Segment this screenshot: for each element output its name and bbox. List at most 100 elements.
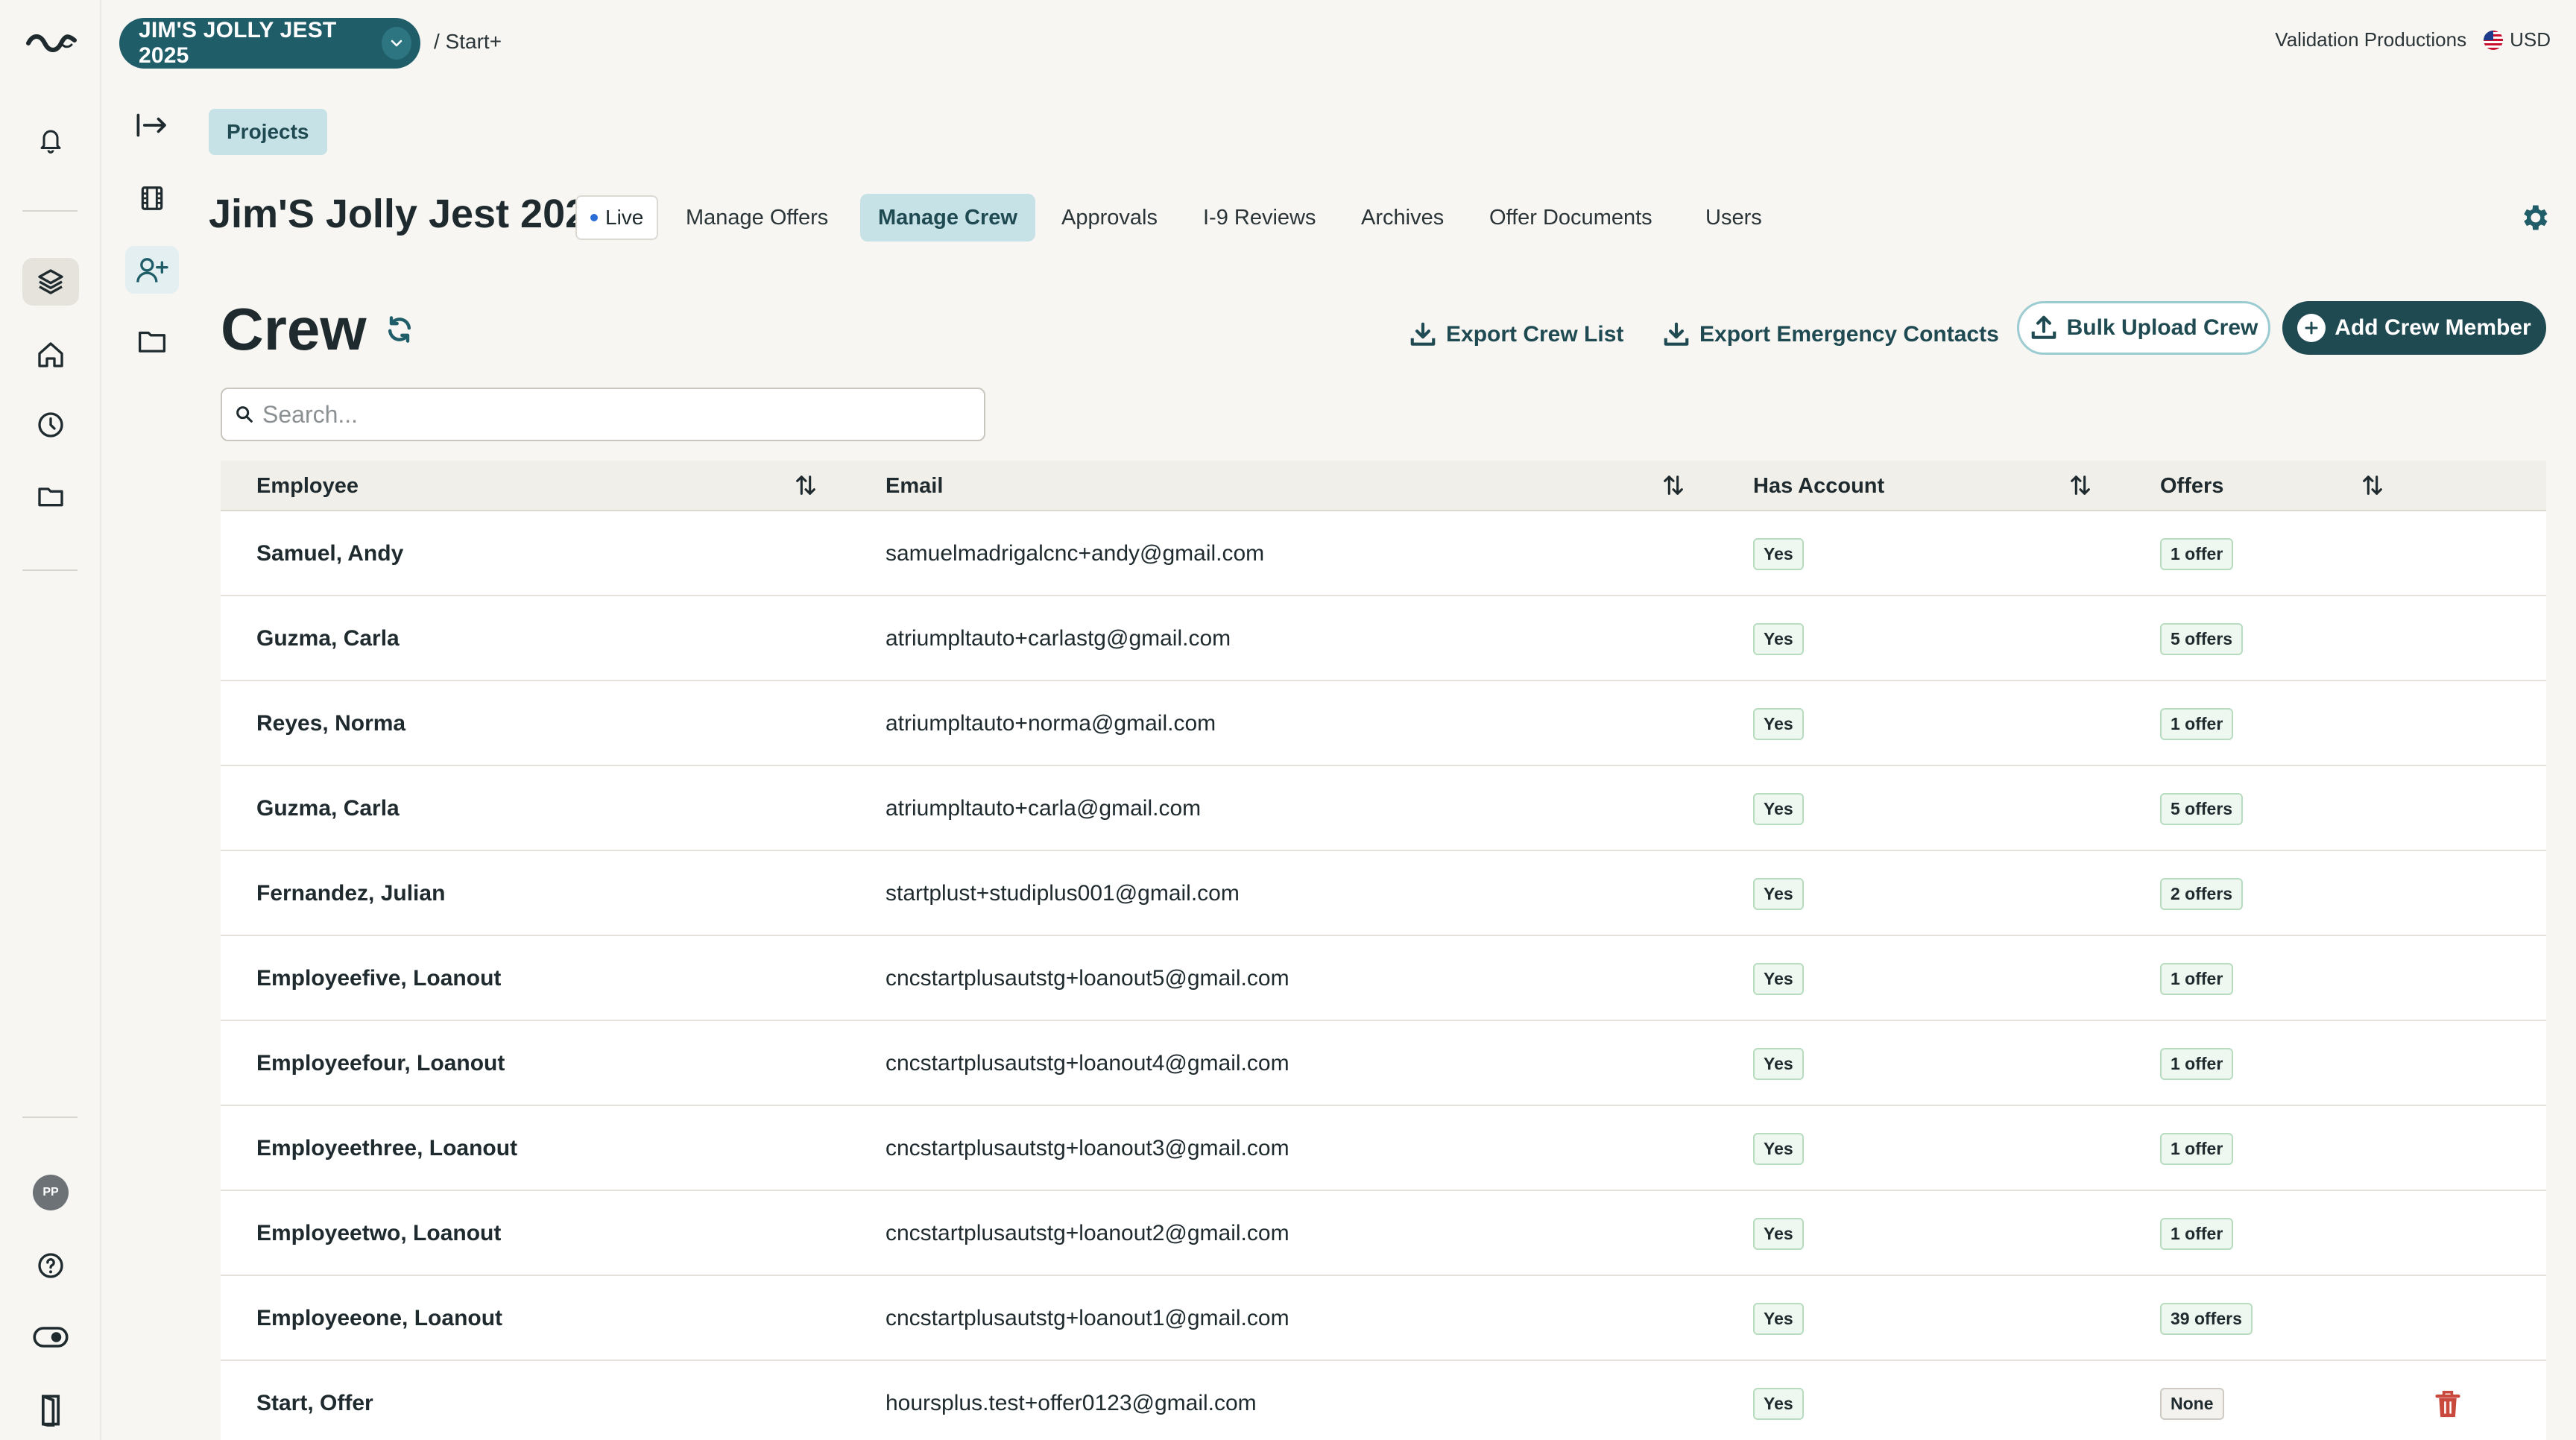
folder-nav-icon[interactable] xyxy=(125,318,179,365)
sort-icon[interactable] xyxy=(1661,473,1686,498)
tab-offer-documents[interactable]: Offer Documents xyxy=(1471,194,1670,241)
tab-i9-reviews[interactable]: I-9 Reviews xyxy=(1185,194,1334,241)
has-account-badge: Yes xyxy=(1753,707,1804,740)
toggle-icon[interactable] xyxy=(22,1313,79,1361)
sort-icon[interactable] xyxy=(2360,473,2385,498)
employee-email: samuelmadrigalcnc+andy@gmail.com xyxy=(886,541,1265,566)
bell-icon[interactable] xyxy=(22,116,79,164)
offers-badge[interactable]: 2 offers xyxy=(2160,877,2244,910)
column-header-offers[interactable]: Offers xyxy=(2160,461,2223,511)
expand-sidebar-icon[interactable] xyxy=(125,101,179,149)
project-selector[interactable]: JIM'S JOLLY JEST 2025 xyxy=(119,18,420,69)
download-icon xyxy=(1410,322,1436,346)
add-user-nav-icon[interactable] xyxy=(125,246,179,294)
employee-name: Start, Offer xyxy=(256,1391,373,1415)
offers-badge[interactable]: 5 offers xyxy=(2160,792,2244,825)
plus-circle-icon xyxy=(2297,314,2326,342)
has-account-cell: Yes xyxy=(1753,1276,1804,1361)
has-account-cell: Yes xyxy=(1753,1106,1804,1191)
company-name[interactable]: Validation Productions xyxy=(2275,28,2466,51)
employee-email: atriumpltauto+carlastg@gmail.com xyxy=(886,626,1231,651)
has-account-badge: Yes xyxy=(1753,1217,1804,1250)
offers-badge[interactable]: 1 offer xyxy=(2160,1047,2234,1080)
tab-approvals[interactable]: Approvals xyxy=(1044,194,1175,241)
sort-icon[interactable] xyxy=(793,473,818,498)
employee-name: Guzma, Carla xyxy=(256,796,400,821)
employee-name: Employeethree, Loanout xyxy=(256,1136,518,1160)
table-row[interactable]: Employeetwo, Loanout cncstartplusautstg+… xyxy=(221,1191,2546,1276)
projects-breadcrumb[interactable]: Projects xyxy=(209,109,327,155)
has-account-cell: Yes xyxy=(1753,511,1804,596)
search-field[interactable] xyxy=(221,388,985,441)
table-row[interactable]: Employeefive, Loanout cncstartplusautstg… xyxy=(221,936,2546,1021)
clock-icon[interactable] xyxy=(22,401,79,449)
gear-icon[interactable] xyxy=(2518,201,2551,234)
offers-badge[interactable]: 1 offer xyxy=(2160,1132,2234,1165)
table-row[interactable]: Guzma, Carla atriumpltauto+carlastg@gmai… xyxy=(221,596,2546,681)
user-avatar[interactable]: PP xyxy=(22,1169,79,1216)
employee-email: cncstartplusautstg+loanout2@gmail.com xyxy=(886,1221,1289,1245)
has-account-badge: Yes xyxy=(1753,792,1804,825)
table-row[interactable]: Fernandez, Julian startplust+studiplus00… xyxy=(221,851,2546,936)
table-row[interactable]: Guzma, Carla atriumpltauto+carla@gmail.c… xyxy=(221,766,2546,851)
has-account-cell: Yes xyxy=(1753,681,1804,766)
help-icon[interactable] xyxy=(22,1242,79,1289)
bulk-upload-crew-button[interactable]: Bulk Upload Crew xyxy=(2017,301,2270,355)
column-header-email[interactable]: Email xyxy=(886,461,943,511)
offers-cell: 39 offers xyxy=(2160,1276,2253,1361)
employee-email: cncstartplusautstg+loanout5@gmail.com xyxy=(886,966,1289,991)
search-input[interactable] xyxy=(262,400,933,429)
film-icon[interactable] xyxy=(125,174,179,222)
currency-selector[interactable]: USD xyxy=(2483,28,2551,51)
crew-table: Employee Email Has Account Offers Samuel… xyxy=(221,461,2546,1440)
status-badge: Live xyxy=(575,195,659,240)
refresh-icon[interactable] xyxy=(383,313,416,346)
table-row[interactable]: Samuel, Andy samuelmadrigalcnc+andy@gmai… xyxy=(221,511,2546,596)
export-crew-list-button[interactable]: Export Crew List xyxy=(1409,309,1623,361)
has-account-cell: Yes xyxy=(1753,596,1804,681)
tab-manage-offers[interactable]: Manage Offers xyxy=(668,194,846,241)
column-header-has-account[interactable]: Has Account xyxy=(1753,461,1884,511)
logout-door-icon[interactable] xyxy=(22,1386,79,1434)
offers-badge[interactable]: 1 offer xyxy=(2160,962,2234,995)
employee-email: cncstartplusautstg+loanout4@gmail.com xyxy=(886,1051,1289,1076)
employee-name: Fernandez, Julian xyxy=(256,881,446,906)
project-selector-label: JIM'S JOLLY JEST 2025 xyxy=(139,18,337,68)
has-account-cell: Yes xyxy=(1753,1361,1804,1440)
offers-badge[interactable]: 1 offer xyxy=(2160,537,2234,570)
home-icon[interactable] xyxy=(22,331,79,379)
employee-email: startplust+studiplus001@gmail.com xyxy=(886,881,1240,906)
layers-icon[interactable] xyxy=(22,258,79,306)
trash-icon[interactable] xyxy=(2434,1389,2461,1419)
logo-icon[interactable] xyxy=(22,18,79,66)
offers-cell: 5 offers xyxy=(2160,596,2244,681)
tab-manage-crew[interactable]: Manage Crew xyxy=(860,194,1035,241)
offers-badge[interactable]: 5 offers xyxy=(2160,622,2244,655)
has-account-badge: Yes xyxy=(1753,1387,1804,1420)
offers-badge[interactable]: 1 offer xyxy=(2160,1217,2234,1250)
employee-name: Employeetwo, Loanout xyxy=(256,1221,502,1245)
add-crew-member-button[interactable]: Add Crew Member xyxy=(2282,301,2546,355)
tab-users[interactable]: Users xyxy=(1688,194,1780,241)
has-account-badge: Yes xyxy=(1753,877,1804,910)
table-row[interactable]: Reyes, Norma atriumpltauto+norma@gmail.c… xyxy=(221,681,2546,766)
table-row[interactable]: Employeefour, Loanout cncstartplusautstg… xyxy=(221,1021,2546,1106)
employee-name: Employeefour, Loanout xyxy=(256,1051,505,1076)
table-row[interactable]: Employeeone, Loanout cncstartplusautstg+… xyxy=(221,1276,2546,1361)
employee-email: hoursplus.test+offer0123@gmail.com xyxy=(886,1391,1257,1415)
offers-badge[interactable]: 1 offer xyxy=(2160,707,2234,740)
rail-divider xyxy=(22,1117,78,1118)
export-emergency-contacts-button[interactable]: Export Emergency Contacts xyxy=(1662,309,1999,361)
folder-icon[interactable] xyxy=(22,473,79,520)
offers-cell: 2 offers xyxy=(2160,851,2244,936)
offers-cell: 1 offer xyxy=(2160,1106,2234,1191)
tab-archives[interactable]: Archives xyxy=(1343,194,1462,241)
table-row[interactable]: Employeethree, Loanout cncstartplusautst… xyxy=(221,1106,2546,1191)
table-row[interactable]: Start, Offer hoursplus.test+offer0123@gm… xyxy=(221,1361,2546,1440)
column-header-employee[interactable]: Employee xyxy=(256,461,359,511)
sort-icon[interactable] xyxy=(2068,473,2093,498)
offers-cell: None xyxy=(2160,1361,2224,1440)
employee-name: Guzma, Carla xyxy=(256,626,400,651)
breadcrumb[interactable]: / Start+ xyxy=(434,30,502,54)
offers-badge[interactable]: 39 offers xyxy=(2160,1302,2253,1335)
